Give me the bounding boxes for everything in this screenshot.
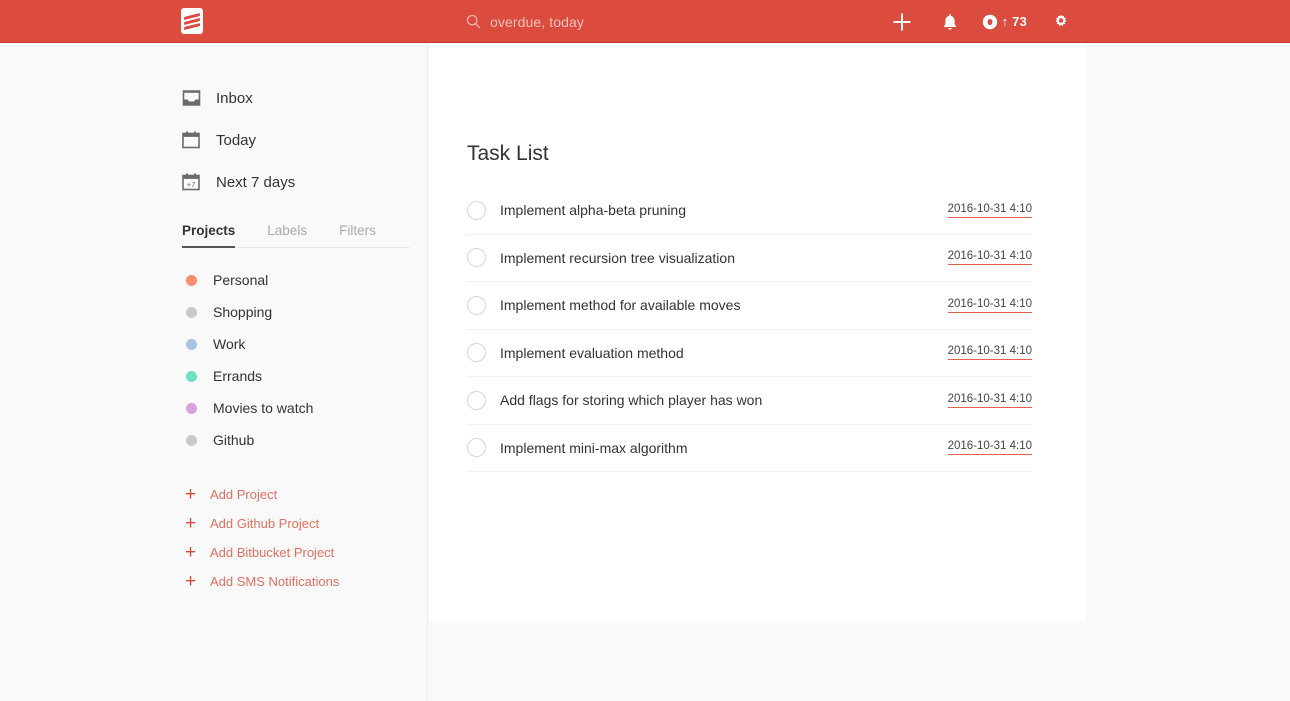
add-project-button[interactable]: + Add Project: [0, 480, 427, 509]
calendar-icon: [182, 131, 204, 149]
inbox-icon: [182, 89, 204, 107]
task-checkbox[interactable]: [467, 438, 486, 458]
task-checkbox[interactable]: [467, 390, 486, 410]
settings-button[interactable]: [1037, 0, 1085, 43]
task-row[interactable]: Implement mini-max algorithm 2016-10-31 …: [467, 425, 1032, 472]
task-checkbox[interactable]: [467, 200, 486, 220]
todoist-logo[interactable]: [181, 8, 203, 34]
task-title: Implement mini-max algorithm: [500, 439, 688, 456]
sidebar-item-label: Inbox: [216, 89, 253, 107]
add-action-label: Add SMS Notifications: [210, 574, 340, 589]
add-action-label: Add Project: [210, 487, 278, 502]
project-color-dot: [186, 370, 197, 382]
task-due-date[interactable]: 2016-10-31 4:10: [947, 393, 1032, 408]
project-item-errands[interactable]: Errands: [0, 360, 427, 392]
project-label: Shopping: [213, 304, 273, 320]
project-label: Work: [213, 336, 246, 352]
plus-icon: +: [185, 542, 197, 563]
task-due-date[interactable]: 2016-10-31 4:10: [947, 298, 1032, 313]
search-icon: [466, 14, 481, 29]
task-checkbox[interactable]: [467, 295, 486, 315]
task-row[interactable]: Implement method for available moves 201…: [467, 282, 1032, 330]
sidebar: Inbox Today +7 Next 7 days Projects Labe…: [0, 43, 428, 701]
sidebar-item-today[interactable]: Today: [0, 119, 427, 161]
task-due-date[interactable]: 2016-10-31 4:10: [947, 345, 1032, 361]
task-row[interactable]: Implement recursion tree visualization 2…: [467, 235, 1032, 282]
add-action-label: Add Github Project: [210, 516, 320, 531]
search-box[interactable]: overdue, today: [466, 0, 584, 43]
project-color-dot: [186, 434, 197, 446]
task-checkbox[interactable]: [467, 343, 486, 363]
task-row[interactable]: Add flags for storing which player has w…: [467, 377, 1032, 425]
sidebar-tabs: Projects Labels Filters: [182, 217, 410, 248]
project-color-dot: [186, 306, 197, 318]
task-title: Implement evaluation method: [500, 344, 684, 361]
sidebar-item-label: Next 7 days: [216, 173, 296, 191]
add-github-project-button[interactable]: + Add Github Project: [0, 509, 427, 538]
add-task-button[interactable]: [878, 0, 926, 43]
task-title: Add flags for storing which player has w…: [500, 392, 763, 409]
sidebar-item-label: Today: [216, 131, 257, 149]
page-title: Task List: [467, 142, 549, 165]
add-sms-notifications-button[interactable]: + Add SMS Notifications: [0, 567, 427, 596]
sidebar-item-next-7-days[interactable]: +7 Next 7 days: [0, 161, 427, 203]
task-due-date[interactable]: 2016-10-31 4:10: [947, 203, 1032, 218]
project-label: Personal: [213, 272, 269, 288]
svg-text:+7: +7: [187, 180, 196, 189]
project-label: Github: [213, 432, 255, 448]
task-row[interactable]: Implement evaluation method 2016-10-31 4…: [467, 330, 1032, 377]
project-item-personal[interactable]: Personal: [0, 264, 427, 296]
plus-icon: +: [185, 513, 197, 534]
bell-icon: [943, 13, 956, 30]
task-due-date[interactable]: 2016-10-31 4:10: [947, 250, 1032, 266]
top-bar: overdue, today ↑ 73: [0, 0, 1290, 43]
plus-icon: [893, 13, 911, 30]
tab-filters[interactable]: Filters: [339, 217, 376, 247]
project-item-movies-to-watch[interactable]: Movies to watch: [0, 392, 427, 424]
karma-indicator[interactable]: ↑ 73: [974, 0, 1037, 43]
sidebar-item-inbox[interactable]: Inbox: [0, 77, 427, 119]
project-color-dot: [186, 274, 197, 286]
search-input[interactable]: overdue, today: [490, 14, 584, 30]
project-color-dot: [186, 338, 197, 350]
tab-labels[interactable]: Labels: [267, 217, 307, 247]
task-due-date[interactable]: 2016-10-31 4:10: [947, 440, 1032, 456]
plus-icon: +: [185, 484, 197, 505]
calendar-next7-icon: +7: [182, 173, 204, 191]
task-title: Implement alpha-beta pruning: [500, 202, 687, 219]
task-title: Implement method for available moves: [500, 297, 741, 314]
notifications-button[interactable]: [926, 0, 974, 43]
project-item-work[interactable]: Work: [0, 328, 427, 360]
project-list: Personal Shopping Work Errands Movies to…: [0, 264, 427, 456]
karma-points: ↑ 73: [1001, 14, 1027, 29]
task-list: Implement alpha-beta pruning 2016-10-31 …: [467, 187, 1032, 472]
karma-circle-icon: [982, 14, 997, 29]
sidebar-nav: Inbox Today +7 Next 7 days: [0, 43, 427, 203]
task-row[interactable]: Implement alpha-beta pruning 2016-10-31 …: [467, 187, 1032, 235]
project-label: Errands: [213, 368, 263, 384]
plus-icon: +: [185, 571, 197, 592]
add-bitbucket-project-button[interactable]: + Add Bitbucket Project: [0, 538, 427, 567]
main-content-panel: Task List Implement alpha-beta pruning 2…: [429, 43, 1086, 621]
sidebar-add-actions: + Add Project + Add Github Project + Add…: [0, 480, 427, 596]
task-checkbox[interactable]: [467, 248, 486, 268]
tab-projects[interactable]: Projects: [182, 217, 236, 248]
top-bar-actions: ↑ 73: [878, 0, 1085, 43]
page-body: Inbox Today +7 Next 7 days Projects Labe…: [0, 43, 1290, 701]
task-title: Implement recursion tree visualization: [500, 249, 735, 266]
project-label: Movies to watch: [213, 400, 314, 416]
add-action-label: Add Bitbucket Project: [210, 545, 335, 560]
project-item-shopping[interactable]: Shopping: [0, 296, 427, 328]
project-item-github[interactable]: Github: [0, 424, 427, 456]
gear-icon: [1055, 13, 1067, 26]
project-color-dot: [186, 402, 197, 414]
